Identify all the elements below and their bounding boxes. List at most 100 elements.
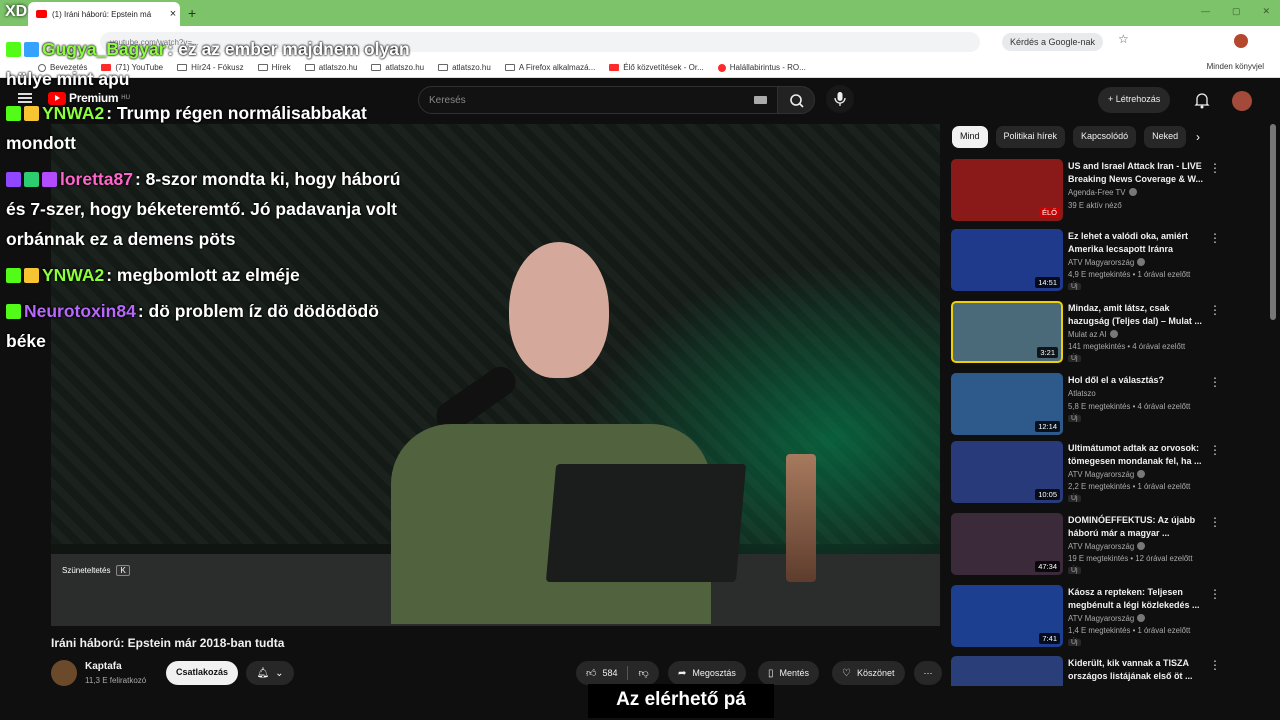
chat-message: YNWA2: megbomlott az elméje	[6, 260, 418, 290]
folder-icon	[504, 64, 515, 71]
twitch-badge-icon	[6, 172, 21, 187]
search-input[interactable]: Keresés	[418, 86, 778, 114]
close-window-icon[interactable]: ✕	[1262, 6, 1270, 17]
create-button[interactable]: + Létrehozás	[1098, 87, 1171, 113]
related-video-item[interactable]: 3:21 Mindaz, amit látsz, csak hazugság (…	[951, 301, 1271, 365]
chip-for-you[interactable]: Neked	[1144, 126, 1187, 148]
site-icon	[717, 63, 726, 72]
related-channel: Atlatszo	[1068, 389, 1096, 398]
more-vertical-icon[interactable]: ⋮	[1209, 515, 1221, 529]
chevron-right-icon[interactable]: ›	[1196, 130, 1200, 144]
save-button[interactable]: ▯ Mentés	[758, 661, 820, 685]
ask-google-button[interactable]: Kérdés a Google-nak	[1002, 33, 1104, 51]
channel-name[interactable]: Kaptafa	[85, 661, 122, 672]
user-avatar[interactable]	[1232, 91, 1252, 111]
presenter-head	[509, 242, 609, 378]
close-tab-icon[interactable]: ×	[166, 8, 180, 20]
video-thumbnail[interactable]: 47:34	[951, 513, 1063, 575]
related-video-item[interactable]: ÉLŐ US and Israel Attack Iran - LIVE Bre…	[951, 159, 1271, 223]
crown-badge-icon	[24, 268, 39, 283]
voice-search-button[interactable]	[826, 85, 854, 113]
chip-political-news[interactable]: Politikai hírek	[995, 126, 1066, 148]
duration-badge: 14:51	[1035, 277, 1060, 288]
microphone-icon	[834, 92, 846, 106]
bookmark-item[interactable]: A Firefox alkalmazá...	[504, 63, 595, 72]
notification-toggle[interactable]: 🔔︎ ⌄	[246, 661, 294, 685]
chip-related[interactable]: Kapcsolódó	[1073, 126, 1137, 148]
related-video-item[interactable]: Kiderült, kik vannak a TISZA országos li…	[951, 656, 1271, 686]
related-video-title: Káosz a repteken: Teljesen megbénult a l…	[1068, 587, 1200, 610]
related-video-item[interactable]: 12:14 Hol dől el a választás? Atlatszo 5…	[951, 373, 1271, 437]
like-button[interactable]: 👍︎ 584 👎︎	[576, 661, 659, 685]
kick-badge-icon	[6, 304, 21, 319]
related-channel: Mulat az AI	[1068, 330, 1118, 339]
chat-username: YNWA2	[42, 103, 105, 123]
video-title: Iráni háború: Epstein már 2018-ban tudta	[51, 636, 285, 650]
chip-all[interactable]: Mind	[952, 126, 988, 148]
filter-chips: Mind Politikai hírek Kapcsolódó Neked	[952, 126, 1187, 148]
maximize-icon[interactable]: ▢	[1232, 6, 1241, 17]
thumbs-down-icon[interactable]: 👎︎	[638, 667, 648, 679]
video-thumbnail[interactable]: 10:05	[951, 441, 1063, 503]
related-channel: Agenda-Free TV	[1068, 188, 1137, 197]
xd-logo: XD	[5, 3, 28, 20]
more-actions-button[interactable]: ⋯	[914, 661, 942, 685]
related-video-item[interactable]: 7:41 Káosz a repteken: Teljesen megbénul…	[951, 585, 1271, 649]
video-thumbnail[interactable]: ÉLŐ	[951, 159, 1063, 221]
video-thumbnail[interactable]	[951, 656, 1063, 686]
chat-message: Gugya_Bagyar: ez az ember majdnem olyan …	[6, 34, 418, 94]
crown-badge-icon	[24, 106, 39, 121]
related-video-item[interactable]: 47:34 DOMINÓEFFEKTUS: Az újabb háború má…	[951, 513, 1271, 577]
folder-icon	[438, 64, 449, 71]
more-vertical-icon[interactable]: ⋮	[1209, 658, 1221, 672]
all-bookmarks[interactable]: Minden könyvjel	[1207, 62, 1264, 71]
bell-icon: 🔔︎	[256, 667, 270, 679]
divider	[627, 666, 629, 680]
new-badge: Új	[1068, 567, 1081, 574]
channel-avatar[interactable]	[51, 660, 77, 686]
more-vertical-icon[interactable]: ⋮	[1209, 443, 1221, 457]
scrollbar-thumb[interactable]	[1270, 124, 1276, 320]
join-button[interactable]: Csatlakozás	[166, 661, 239, 685]
more-vertical-icon[interactable]: ⋮	[1209, 231, 1221, 245]
profile-avatar[interactable]	[1234, 34, 1248, 48]
chat-message: YNWA2: Trump régen normálisabbakat mondo…	[6, 98, 418, 158]
search-button[interactable]	[777, 86, 815, 114]
duration-badge: 3:21	[1037, 347, 1058, 358]
verified-icon	[1137, 614, 1146, 622]
video-thumbnail[interactable]: 12:14	[951, 373, 1063, 435]
keyboard-icon[interactable]	[754, 96, 767, 104]
related-video-item[interactable]: 10:05 Ultimátumot adtak az orvosok: töme…	[951, 441, 1271, 505]
new-badge: Új	[1068, 495, 1081, 502]
video-thumbnail[interactable]: 7:41	[951, 585, 1063, 647]
bookmark-item[interactable]: atlatszo.hu	[438, 63, 491, 72]
related-meta: 39 E aktív néző	[1068, 201, 1122, 210]
notifications-bell-icon[interactable]	[1194, 91, 1210, 114]
browser-tab[interactable]: (1) Iráni háború: Epstein má ×	[28, 2, 180, 26]
chat-message: Neurotoxin84: dö problem íz dö dödödödö …	[6, 296, 418, 356]
related-video-title: Kiderült, kik vannak a TISZA országos li…	[1068, 658, 1193, 681]
more-vertical-icon[interactable]: ⋮	[1209, 375, 1221, 389]
bookmark-item[interactable]: Halállabirintus - RO...	[717, 63, 806, 72]
sidebar-scrollbar[interactable]	[1270, 124, 1276, 684]
more-vertical-icon[interactable]: ⋮	[1209, 303, 1221, 317]
heart-dollar-icon: ♡	[842, 667, 851, 679]
related-meta: 2,2 E megtekintés • 1 órával ezelőtt	[1068, 482, 1191, 491]
bookmark-star-icon[interactable]: ☆	[1118, 32, 1129, 46]
chat-username: loretta87	[60, 169, 133, 189]
share-button[interactable]: ➦ Megosztás	[668, 661, 746, 685]
desk-lamp	[786, 454, 816, 582]
tab-title: (1) Iráni háború: Epstein má	[52, 9, 152, 19]
new-tab-icon[interactable]: +	[188, 5, 196, 21]
video-thumbnail[interactable]: 14:51	[951, 229, 1063, 291]
minimize-icon[interactable]: —	[1201, 6, 1210, 17]
bookmark-item[interactable]: Élő közvetítések - Or...	[609, 63, 704, 72]
verified-icon	[1137, 542, 1146, 550]
related-video-item[interactable]: 14:51 Ez lehet a valódi oka, amiért Amer…	[951, 229, 1271, 293]
thanks-button[interactable]: ♡ Köszönet	[832, 661, 905, 685]
video-thumbnail[interactable]: 3:21	[951, 301, 1063, 363]
more-vertical-icon[interactable]: ⋮	[1209, 587, 1221, 601]
related-meta: 4,9 E megtekintés • 1 órával ezelőtt	[1068, 270, 1191, 279]
more-vertical-icon[interactable]: ⋮	[1209, 161, 1221, 175]
live-badge: ÉLŐ	[1038, 207, 1060, 218]
